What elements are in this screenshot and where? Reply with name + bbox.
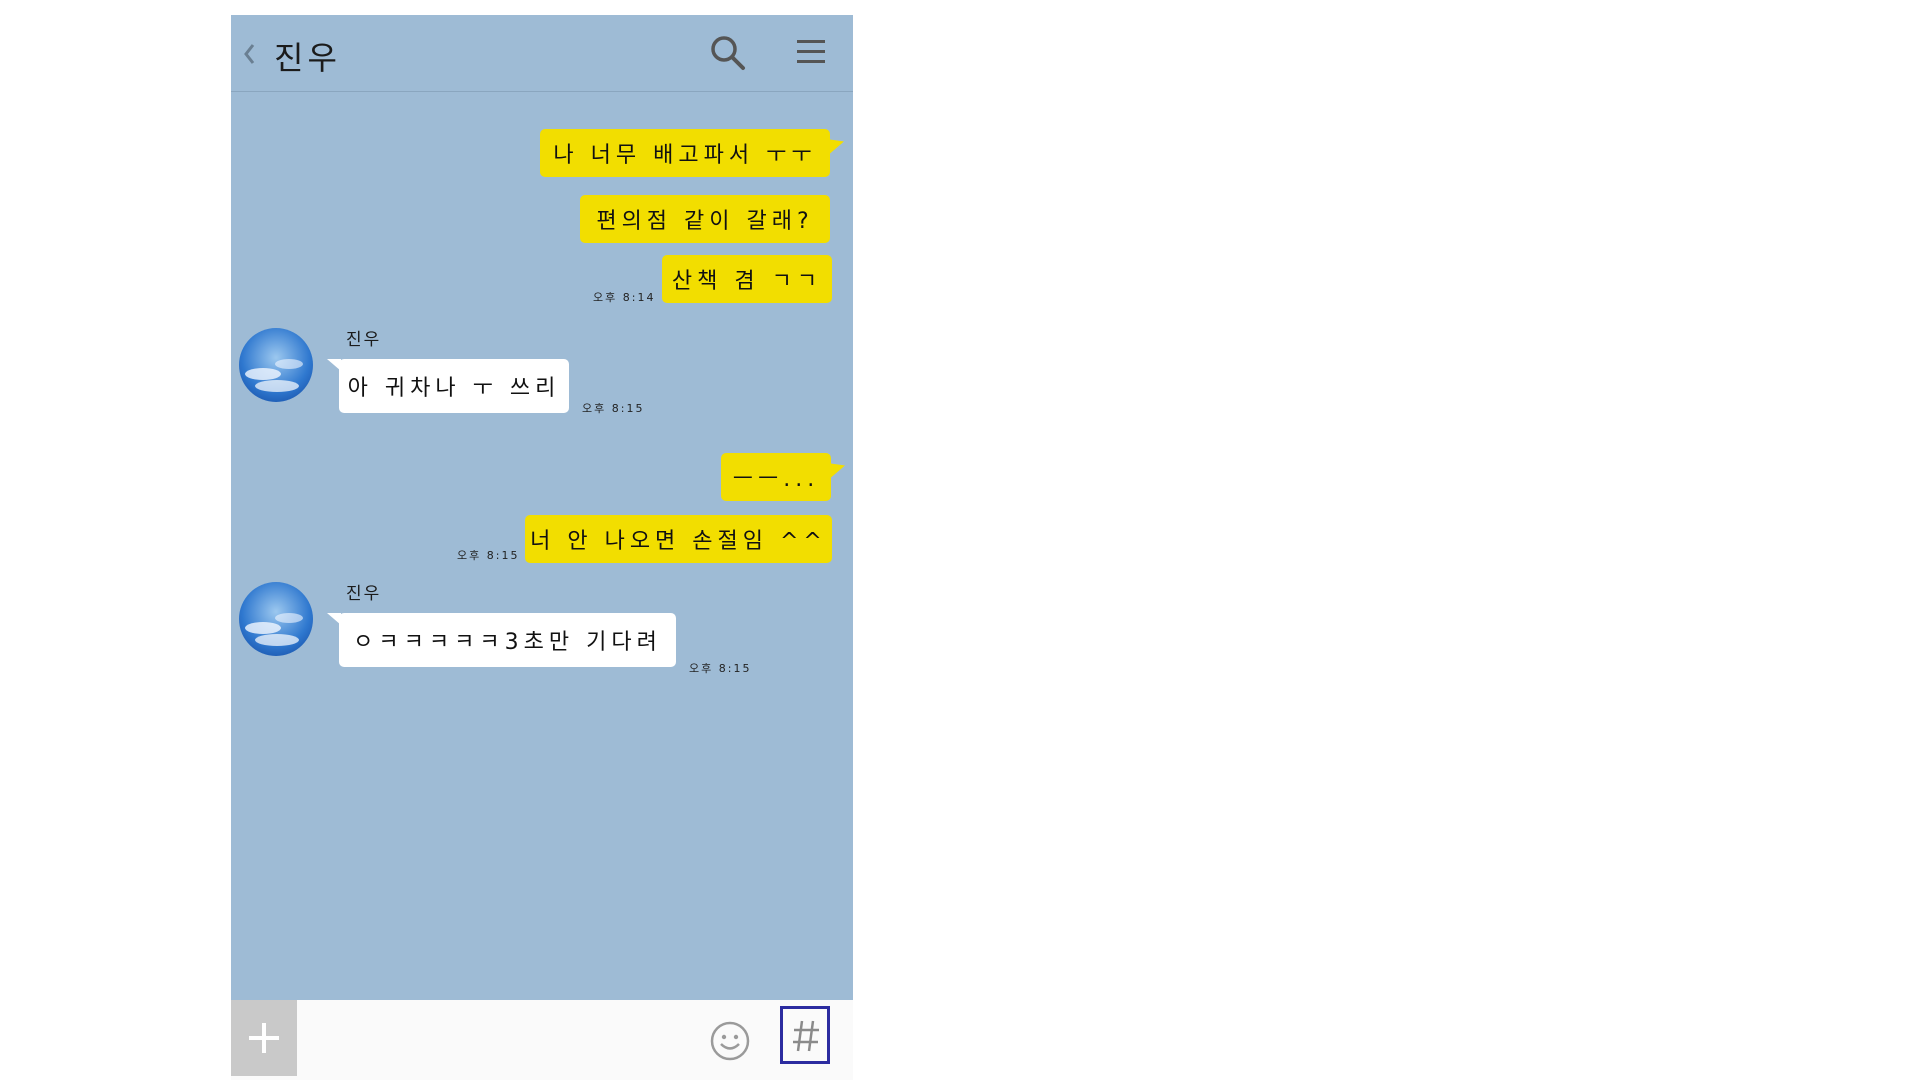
sender-name: 진우 [346,330,382,350]
message-bubble-sent[interactable]: 나 너무 배고파서 ㅜㅜ [540,129,844,177]
avatar[interactable] [239,582,313,656]
chat-header: 진우 [231,15,853,92]
sender-name: 진우 [346,584,382,604]
hamburger-menu-icon[interactable] [795,37,827,67]
smiley-icon[interactable] [709,1020,751,1062]
hashtag-button[interactable] [780,1006,830,1064]
message-text: ㅇㅋㅋㅋㅋㅋ3초만 기다려 [353,630,662,655]
message-bubble-sent[interactable]: 산책 겸 ㄱㄱ [662,255,832,303]
message-bubble-sent[interactable]: 너 안 나오면 손절임 ^^ [525,515,832,563]
message-text: 산책 겸 ㄱㄱ [671,269,823,294]
chat-title: 진우 [274,39,341,77]
message-bubble-sent[interactable]: ㅡㅡ... [721,453,845,501]
message-time: 오후 8:15 [689,662,752,675]
message-time: 오후 8:14 [593,291,656,304]
message-input-bar [231,1000,853,1080]
message-time: 오후 8:15 [582,402,645,415]
plus-icon [249,1023,279,1053]
message-bubble-received[interactable]: 아 귀차나 ㅜ 쓰리 [327,359,569,413]
message-text: ㅡㅡ... [732,467,820,492]
attach-button[interactable] [231,1000,297,1076]
message-bubble-sent[interactable]: 편의점 같이 갈래? [580,195,830,243]
message-bubble-received[interactable]: ㅇㅋㅋㅋㅋㅋ3초만 기다려 [327,613,676,667]
bubble-tail [830,134,844,154]
avatar[interactable] [239,328,313,402]
bubble-tail [831,458,845,478]
chevron-left-icon[interactable] [241,41,257,67]
message-text: 나 너무 배고파서 ㅜㅜ [553,143,817,168]
hashtag-icon [793,1020,819,1052]
chat-screen: 진우 나 너무 배고파서 ㅜㅜ 편의점 같이 갈래? 오후 8:14 산책 겸 … [231,15,853,1075]
bubble-tail [327,613,341,625]
bubble-tail [327,359,341,371]
message-text: 너 안 나오면 손절임 ^^ [530,529,827,554]
search-icon[interactable] [708,33,748,73]
message-text: 편의점 같이 갈래? [596,209,814,234]
message-text: 아 귀차나 ㅜ 쓰리 [347,376,561,401]
message-time: 오후 8:15 [457,549,520,562]
